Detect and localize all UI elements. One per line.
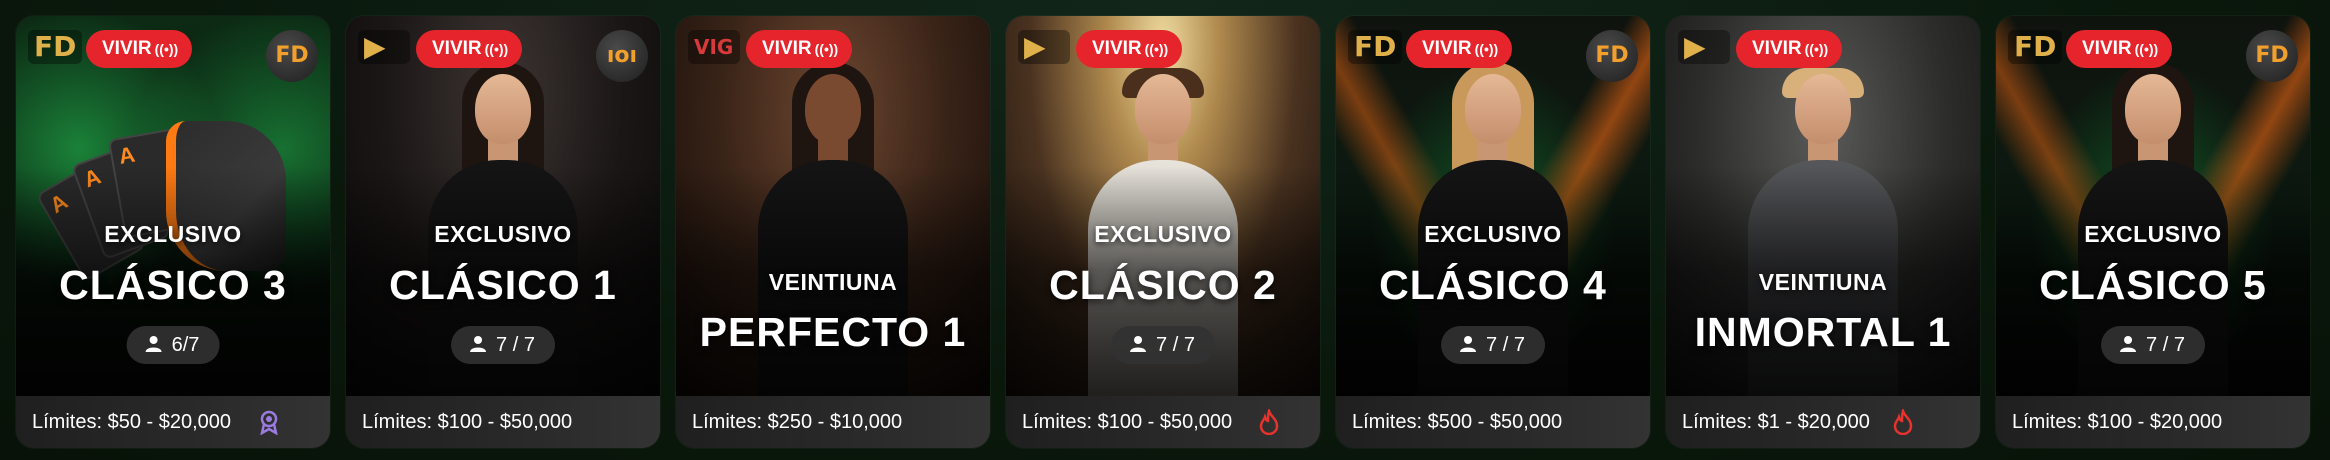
seats-pill: 7 / 7 <box>2101 326 2205 364</box>
seats-pill: 7 / 7 <box>1441 326 1545 364</box>
live-badge: VIVIR ((•)) <box>416 30 523 68</box>
game-subtitle: EXCLUSIVO <box>1094 221 1232 247</box>
broadcast-icon: ((•)) <box>1144 41 1169 57</box>
seats-pill: 6/7 <box>126 326 220 364</box>
live-label: VIVIR <box>102 38 152 59</box>
limits-bar: Límites: $100 - $50,000 <box>1006 396 1320 448</box>
person-icon <box>1460 335 1477 352</box>
broadcast-icon: ((•)) <box>814 41 839 57</box>
limits-text: Límites: $50 - $20,000 <box>32 411 232 433</box>
live-label: VIVIR <box>1422 38 1472 59</box>
provider-logo: ▶ <box>1678 30 1730 64</box>
game-title: INMORTAL 1 <box>1694 309 1952 355</box>
game-subtitle: VEINTIUNA <box>1758 269 1888 295</box>
live-badge: VIVIR ((•)) <box>746 30 853 68</box>
limits-bar: Límites: $500 - $50,000 <box>1336 396 1650 448</box>
game-card-clasico-5[interactable]: FD VIVIR ((•)) FD EXCLUSIVO CLÁSICO 5 7 /… <box>1996 16 2310 448</box>
person-icon <box>470 335 487 352</box>
game-card-perfecto-1[interactable]: VIG VIVIR ((•)) VEINTIUNA PERFECTO 1 Lími… <box>676 16 990 448</box>
limits-text: Límites: $100 - $20,000 <box>2012 411 2223 433</box>
person-icon <box>1130 335 1147 352</box>
corner-logo: FD <box>266 30 318 82</box>
limits-text: Límites: $500 - $50,000 <box>1352 411 1563 433</box>
seats-count: 7 / 7 <box>1156 334 1195 356</box>
game-title: CLÁSICO 2 <box>1049 262 1277 308</box>
seats-pill: 7 / 7 <box>1111 326 1215 364</box>
game-card-clasico-4[interactable]: FD VIVIR ((•)) FD EXCLUSIVO CLÁSICO 4 7 /… <box>1336 16 1650 448</box>
limits-bar: Límites: $250 - $10,000 <box>676 396 990 448</box>
game-subtitle: EXCLUSIVO <box>1424 221 1562 247</box>
live-badge: VIVIR ((•)) <box>1076 30 1183 68</box>
provider-logo: ▶ <box>358 30 410 64</box>
game-title: CLÁSICO 1 <box>389 262 617 308</box>
seats-pill: 7 / 7 <box>451 326 555 364</box>
broadcast-icon: ((•)) <box>2134 41 2159 57</box>
corner-logo: FD <box>2246 30 2298 82</box>
limits-bar: Límites: $100 - $20,000 <box>1996 396 2310 448</box>
game-subtitle: EXCLUSIVO <box>434 221 572 247</box>
seats-count: 6/7 <box>171 334 200 356</box>
seats-count: 7 / 7 <box>1486 334 1525 356</box>
limits-bar: Límites: $100 - $50,000 <box>346 396 660 448</box>
game-subtitle: EXCLUSIVO <box>2084 221 2222 247</box>
live-badge: VIVIR ((•)) <box>86 30 193 68</box>
corner-logo: ıoı <box>596 30 648 82</box>
game-card-clasico-2[interactable]: ▶ VIVIR ((•)) EXCLUSIVO CLÁSICO 2 7 / 7 L… <box>1006 16 1320 448</box>
award-icon <box>260 410 278 435</box>
live-label: VIVIR <box>762 38 812 59</box>
game-title: CLÁSICO 3 <box>59 262 287 308</box>
seats-count: 7 / 7 <box>2146 334 2185 356</box>
broadcast-icon: ((•)) <box>154 41 179 57</box>
provider-logo: FD <box>2008 30 2063 64</box>
broadcast-icon: ((•)) <box>484 41 509 57</box>
fire-icon <box>1259 409 1279 435</box>
person-icon <box>2120 335 2137 352</box>
game-title: PERFECTO 1 <box>699 309 967 355</box>
fire-icon <box>1893 409 1913 435</box>
live-label: VIVIR <box>2082 38 2132 59</box>
provider-logo: FD <box>1348 30 1403 64</box>
limits-text: Límites: $100 - $50,000 <box>362 411 573 433</box>
live-label: VIVIR <box>1092 38 1142 59</box>
game-lobby-row: A A A FD VIVIR((•)) FD EXCLUSIVO CLÁSICO… <box>0 0 2330 460</box>
limits-bar: Límites: $1 - $20,000 <box>1666 396 1980 448</box>
corner-logo: FD <box>1586 30 1638 82</box>
limits-text: Límites: $250 - $10,000 <box>692 411 903 433</box>
game-card-clasico-3[interactable]: A A A FD VIVIR((•)) FD EXCLUSIVO CLÁSICO… <box>16 16 330 448</box>
limits-bar: Límites: $50 - $20,000 <box>16 396 330 448</box>
game-subtitle: EXCLUSIVO <box>104 221 242 247</box>
provider-logo: FD <box>28 30 83 64</box>
broadcast-icon: ((•)) <box>1804 41 1829 57</box>
game-title: CLÁSICO 5 <box>2039 262 2267 308</box>
live-badge: VIVIR ((•)) <box>1406 30 1513 68</box>
live-badge: VIVIR ((•)) <box>1736 30 1843 68</box>
broadcast-icon: ((•)) <box>1474 41 1499 57</box>
game-title: CLÁSICO 4 <box>1379 262 1607 308</box>
game-card-clasico-1[interactable]: ▶ VIVIR ((•)) ıoı EXCLUSIVO CLÁSICO 1 7 /… <box>346 16 660 448</box>
limits-text: Límites: $100 - $50,000 <box>1022 411 1233 433</box>
seats-count: 7 / 7 <box>496 334 535 356</box>
game-card-inmortal-1[interactable]: ▶ VIVIR ((•)) VEINTIUNA INMORTAL 1 Límite… <box>1666 16 1980 448</box>
live-label: VIVIR <box>1752 38 1802 59</box>
provider-logo: ▶ <box>1018 30 1070 64</box>
live-badge: VIVIR ((•)) <box>2066 30 2173 68</box>
game-subtitle: VEINTIUNA <box>768 269 898 295</box>
provider-logo: VIG <box>688 30 740 64</box>
person-icon <box>145 335 162 352</box>
limits-text: Límites: $1 - $20,000 <box>1682 411 1870 433</box>
live-label: VIVIR <box>432 38 482 59</box>
